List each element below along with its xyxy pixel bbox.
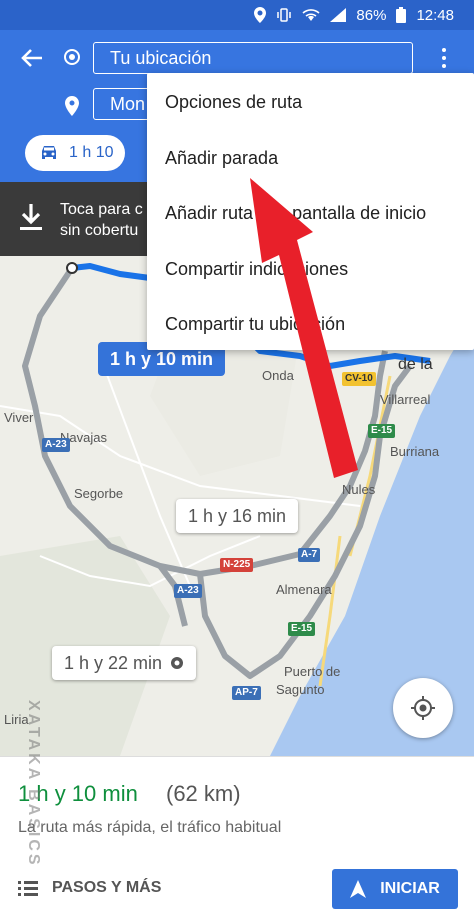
destination-pin-icon <box>65 96 79 116</box>
place-label: Villarreal <box>380 392 431 407</box>
crosshair-icon <box>411 696 435 720</box>
back-arrow-icon[interactable] <box>18 44 46 72</box>
road-shield: A-7 <box>298 548 321 562</box>
wifi-icon <box>302 8 320 22</box>
route-distance: (62 km) <box>166 781 241 806</box>
driving-mode-chip[interactable]: 1 h 10 <box>25 135 125 171</box>
menu-item-add-to-home[interactable]: Añadir ruta a la pantalla de inicio <box>165 203 426 224</box>
watermark: XATAKA BASICS <box>25 700 42 868</box>
banner-line-2: sin cobertu <box>60 222 139 239</box>
road-shield: E-15 <box>368 424 396 438</box>
road-shield: E-15 <box>288 622 316 636</box>
route-description: La ruta más rápida, el tráfico habitual <box>18 819 282 836</box>
road-shield: AP-7 <box>232 686 261 700</box>
menu-item-share-directions[interactable]: Compartir indicaciones <box>165 259 348 280</box>
place-label: Sagunto <box>276 682 325 697</box>
route-time-alt-2[interactable]: 1 h y 22 min <box>52 646 197 680</box>
vibrate-icon <box>276 7 292 23</box>
status-bar: 86% 12:48 <box>0 0 474 30</box>
menu-item-add-stop[interactable]: Añadir parada <box>165 148 278 169</box>
place-label: Almenara <box>276 582 332 597</box>
menu-item-share-location[interactable]: Compartir tu ubicación <box>165 314 345 335</box>
start-label: INICIAR <box>380 880 440 897</box>
mode-time: 1 h 10 <box>69 144 114 161</box>
place-label: Nules <box>342 482 376 497</box>
download-icon <box>18 202 44 232</box>
toll-icon <box>171 657 184 669</box>
location-icon <box>254 7 267 23</box>
place-label: Burriana <box>390 444 440 459</box>
signal-icon <box>330 8 347 22</box>
origin-field[interactable]: Tu ubicación <box>93 42 413 74</box>
car-icon <box>42 146 56 159</box>
start-navigation-button[interactable]: INICIAR <box>332 869 458 909</box>
route-time-alt-1[interactable]: 1 h y 16 min <box>176 499 299 533</box>
place-label: de la <box>398 356 433 373</box>
steps-label: PASOS Y MÁS <box>52 879 162 896</box>
place-label: Viver <box>4 410 34 425</box>
battery-percent: 86% <box>356 6 387 24</box>
more-vert-icon[interactable] <box>436 46 452 70</box>
navigation-arrow-icon <box>350 880 367 898</box>
road-shield: A-23 <box>42 438 70 452</box>
origin-text: Tu ubicación <box>110 47 212 68</box>
origin-dot-icon <box>64 49 80 65</box>
clock: 12:48 <box>416 6 454 24</box>
road-shield: CV-10 <box>342 372 376 386</box>
destination-text: Mon <box>110 93 146 114</box>
my-location-button[interactable] <box>393 678 453 738</box>
place-label: Puerto de <box>284 664 341 679</box>
place-label: Segorbe <box>74 486 124 501</box>
road-shield: N-225 <box>220 558 254 572</box>
route-summary-sheet[interactable]: 1 h y 10 min (62 km) La ruta más rápida,… <box>0 756 474 917</box>
battery-icon <box>396 7 407 23</box>
overflow-menu: Opciones de ruta Añadir parada Añadir ru… <box>147 73 474 350</box>
road-shield: A-23 <box>174 584 202 598</box>
menu-item-route-options[interactable]: Opciones de ruta <box>165 92 302 113</box>
route-time-alt-2-text: 1 h y 22 min <box>64 652 163 673</box>
place-label: Onda <box>262 368 294 383</box>
banner-line-1: Toca para c <box>60 201 143 218</box>
